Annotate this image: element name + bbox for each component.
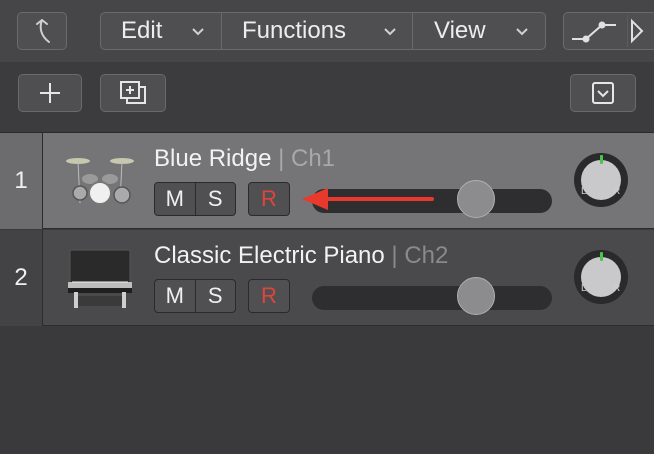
collapse-chevron-icon [592, 82, 614, 104]
chevron-down-icon [516, 28, 528, 36]
pan-left-label: L [581, 186, 587, 197]
menu-divider [221, 13, 222, 49]
menu-divider [412, 13, 413, 49]
record-enable-button[interactable]: R [248, 182, 290, 216]
drum-kit-icon [66, 158, 134, 205]
track-channel: | Ch1 [278, 145, 336, 172]
solo-button[interactable]: S [196, 280, 236, 312]
pan-indicator [600, 252, 603, 261]
mute-button[interactable]: M [155, 183, 196, 215]
pan-right-label: R [613, 186, 621, 197]
mute-solo-group: M S [154, 182, 236, 216]
back-button[interactable] [17, 12, 67, 50]
track-header-toolbar [0, 62, 654, 133]
record-enable-button[interactable]: R [248, 279, 290, 313]
duplicate-track-button[interactable] [100, 74, 166, 112]
collapse-tracks-button[interactable] [570, 74, 636, 112]
annotation-arrow [302, 188, 434, 210]
track-channel: | Ch2 [391, 242, 449, 269]
volume-slider[interactable] [312, 286, 552, 310]
solo-button[interactable]: S [196, 183, 236, 215]
track-number: 1 [0, 133, 43, 229]
automation-button[interactable] [563, 12, 654, 50]
functions-menu[interactable]: Functions [242, 13, 346, 49]
electric-piano-icon [68, 249, 132, 308]
automation-curve-icon [572, 15, 628, 47]
duplicate-track-icon [120, 81, 146, 104]
track-number: 2 [0, 230, 43, 326]
view-menu[interactable]: View [434, 13, 486, 49]
mute-solo-group: M S [154, 279, 236, 313]
main-toolbar: Edit Functions View [0, 0, 654, 63]
chevron-down-icon [192, 28, 204, 36]
menu-bar: Edit Functions View [100, 12, 546, 50]
chevron-down-icon [384, 28, 396, 36]
pan-knob[interactable] [574, 153, 628, 207]
track-name[interactable]: Blue Ridge | Ch1 [154, 145, 335, 173]
track-name[interactable]: Classic Electric Piano | Ch2 [154, 242, 448, 270]
track-row[interactable]: 2 Classic Electric Piano | Ch2 M S R L R [0, 230, 654, 326]
mute-button[interactable]: M [155, 280, 196, 312]
pan-left-label: L [581, 283, 587, 294]
edit-menu[interactable]: Edit [121, 13, 162, 49]
add-track-button[interactable] [18, 74, 82, 112]
flex-pitch-icon [631, 18, 644, 44]
back-arrow-icon [36, 19, 50, 43]
pan-indicator [600, 155, 603, 164]
plus-icon [40, 83, 60, 103]
pan-knob[interactable] [574, 250, 628, 304]
pan-right-label: R [613, 283, 621, 294]
